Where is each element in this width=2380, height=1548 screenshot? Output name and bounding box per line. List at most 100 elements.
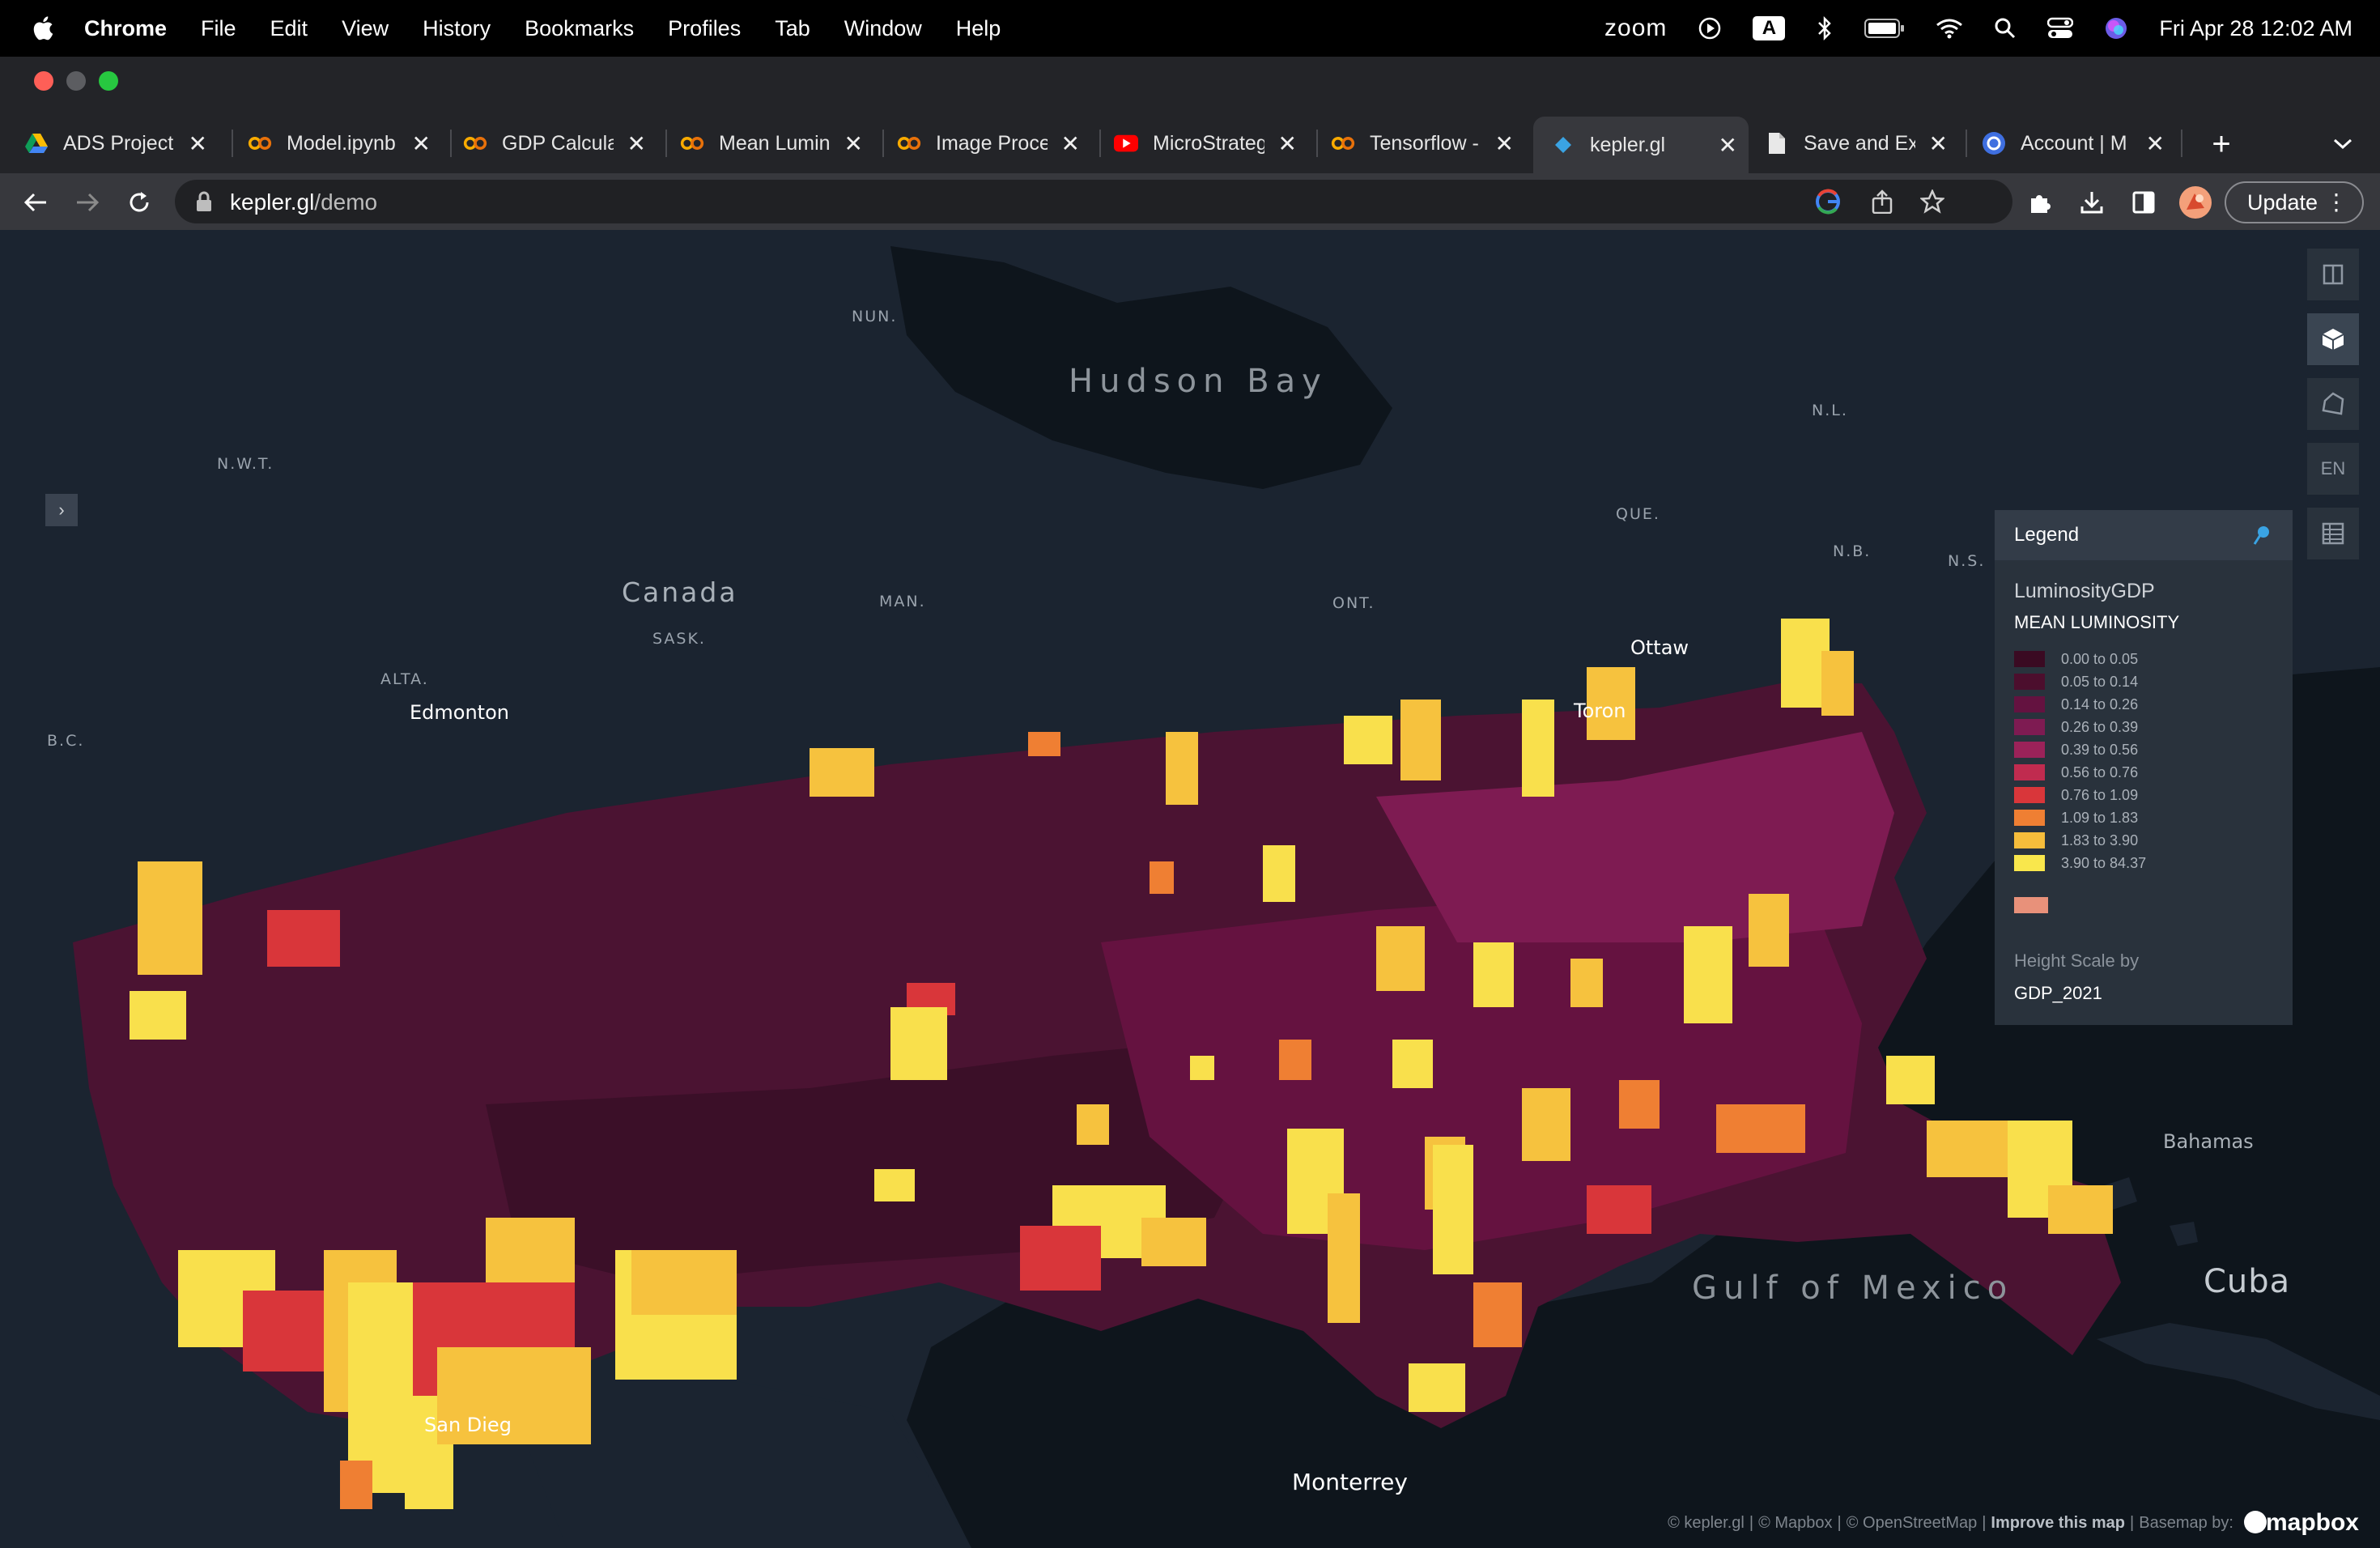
profile-avatar[interactable] (2178, 185, 2213, 220)
tab-ads-project[interactable]: ADS Project ✕ (24, 120, 219, 167)
attribution-osm-link[interactable]: © OpenStreetMap (1847, 1514, 1977, 1533)
input-source-badge[interactable]: A (1753, 16, 1786, 40)
more-vertical-icon[interactable]: ⋮ (2325, 188, 2348, 217)
legend-bin: 0.00 to 0.05 (2014, 649, 2138, 669)
tab-title: Mean Lumin (719, 131, 831, 155)
apple-icon[interactable] (31, 15, 58, 42)
tab-account[interactable]: Account | M ✕ (1982, 120, 2176, 167)
menu-window[interactable]: Window (844, 16, 922, 41)
city-label-toronto: Toron (1574, 700, 1626, 722)
youtube-icon (1114, 131, 1138, 155)
minimize-window-button[interactable] (66, 71, 86, 91)
attribution-mapbox-link[interactable]: © Mapbox (1758, 1514, 1832, 1533)
country-label-canada: Canada (622, 576, 738, 608)
map-attribution: © kepler.gl | © Mapbox | © OpenStreetMap | … (1668, 1509, 2359, 1537)
tab-separator (2181, 130, 2182, 157)
tab-save-and-export[interactable]: Save and Ex ✕ (1765, 120, 1959, 167)
pin-icon[interactable] (2252, 525, 2272, 546)
improve-map-link[interactable]: Improve this map (1991, 1514, 2125, 1533)
attribution-kepler-link[interactable]: © kepler.gl (1668, 1514, 1745, 1533)
draw-polygon-icon[interactable] (2307, 378, 2359, 430)
close-icon[interactable]: ✕ (1495, 130, 1514, 157)
tab-search-chevron-down-icon[interactable] (2328, 130, 2357, 159)
macos-menu-bar: Chrome File Edit View History Bookmarks … (0, 0, 2380, 57)
menu-file[interactable]: File (201, 16, 236, 41)
spotlight-search-icon[interactable] (1994, 17, 2017, 40)
menu-edit[interactable]: Edit (270, 16, 308, 41)
close-icon[interactable]: ✕ (1929, 130, 1948, 157)
legend-bin: 3.90 to 84.37 (2014, 853, 2146, 873)
region-label-nb: N.B. (1833, 542, 1872, 560)
url-text[interactable]: kepler.gl/demo (230, 189, 377, 215)
fullscreen-window-button[interactable] (99, 71, 118, 91)
split-map-icon[interactable] (2307, 249, 2359, 300)
siri-icon[interactable] (2104, 16, 2128, 40)
side-panel-icon[interactable] (2126, 185, 2161, 220)
update-button-label: Update (2247, 189, 2318, 215)
tab-separator (1099, 130, 1101, 157)
menu-help[interactable]: Help (956, 16, 1001, 41)
account-icon (1982, 131, 2006, 155)
forward-arrow-icon[interactable] (70, 185, 105, 220)
city-label-san-diego: San Dieg (424, 1414, 512, 1436)
legend-bin-label: 1.83 to 3.90 (2061, 831, 2139, 848)
extensions-puzzle-icon[interactable] (2022, 185, 2058, 220)
legend-bin-label: 0.14 to 0.26 (2061, 695, 2139, 712)
legend-swatch (2014, 719, 2045, 735)
share-icon[interactable] (1872, 189, 1893, 214)
address-bar[interactable]: kepler.gl/demo (175, 180, 2012, 223)
google-lens-icon[interactable] (1815, 189, 1841, 215)
new-tab-plus-icon[interactable]: + (2204, 126, 2239, 162)
close-icon[interactable]: ✕ (844, 130, 863, 157)
bluetooth-icon[interactable] (1816, 15, 1834, 41)
locale-switch-button[interactable]: EN (2307, 443, 2359, 495)
zoom-status-item[interactable]: zoom (1604, 15, 1667, 42)
menu-history[interactable]: History (423, 16, 491, 41)
close-icon[interactable]: ✕ (1278, 130, 1297, 157)
wifi-icon[interactable] (1936, 18, 1963, 39)
tab-gdp-calculation[interactable]: GDP Calcula ✕ (463, 120, 657, 167)
bookmark-star-icon[interactable] (1920, 189, 1944, 214)
tab-title: Image Proce (936, 131, 1048, 155)
menu-app-name[interactable]: Chrome (84, 16, 167, 41)
back-arrow-icon[interactable] (18, 185, 53, 220)
lock-icon[interactable] (196, 191, 212, 212)
tab-separator (665, 130, 667, 157)
region-label-nl: N.L. (1812, 402, 1848, 419)
close-icon[interactable]: ✕ (2146, 130, 2165, 157)
close-icon[interactable]: ✕ (1719, 132, 1737, 159)
play-icon[interactable] (1698, 16, 1722, 40)
3d-map-cube-icon[interactable] (2307, 313, 2359, 365)
menu-profiles[interactable]: Profiles (668, 16, 741, 41)
battery-icon[interactable] (1864, 18, 1905, 39)
menu-tab[interactable]: Tab (775, 16, 810, 41)
mapbox-logo[interactable]: mapbox (2238, 1509, 2359, 1537)
tab-microstrategy[interactable]: MicroStrateg ✕ (1114, 120, 1308, 167)
reload-icon[interactable] (121, 185, 157, 220)
control-center-icon[interactable] (2047, 17, 2074, 40)
tab-kepler-gl[interactable]: kepler.gl ✕ (1533, 117, 1749, 173)
colab-icon (897, 131, 921, 155)
side-panel-toggle-chevron-icon[interactable]: › (45, 494, 78, 526)
tab-model-ipynb[interactable]: Model.ipynb ✕ (248, 120, 442, 167)
tab-separator (882, 130, 884, 157)
close-window-button[interactable] (34, 71, 53, 91)
close-icon[interactable]: ✕ (189, 130, 207, 157)
download-icon[interactable] (2074, 185, 2110, 220)
menu-view[interactable]: View (342, 16, 389, 41)
region-label-sask: SASK. (652, 630, 706, 648)
data-table-icon[interactable] (2307, 508, 2359, 559)
menu-bookmarks[interactable]: Bookmarks (525, 16, 634, 41)
close-icon[interactable]: ✕ (627, 130, 646, 157)
legend-layer-name: LuminosityGDP (2014, 580, 2155, 602)
update-button[interactable]: Update ⋮ (2225, 181, 2364, 223)
tab-image-processing[interactable]: Image Proce ✕ (897, 120, 1091, 167)
region-label-que: QUE. (1616, 505, 1660, 523)
close-icon[interactable]: ✕ (412, 130, 431, 157)
menubar-clock[interactable]: Fri Apr 28 12:02 AM (2159, 16, 2352, 41)
legend-header[interactable]: Legend (1995, 510, 2293, 560)
legend-swatch (2014, 742, 2045, 758)
close-icon[interactable]: ✕ (1061, 130, 1080, 157)
tab-mean-luminosity[interactable]: Mean Lumin ✕ (680, 120, 874, 167)
tab-tensorflow[interactable]: Tensorflow - ✕ (1331, 120, 1525, 167)
